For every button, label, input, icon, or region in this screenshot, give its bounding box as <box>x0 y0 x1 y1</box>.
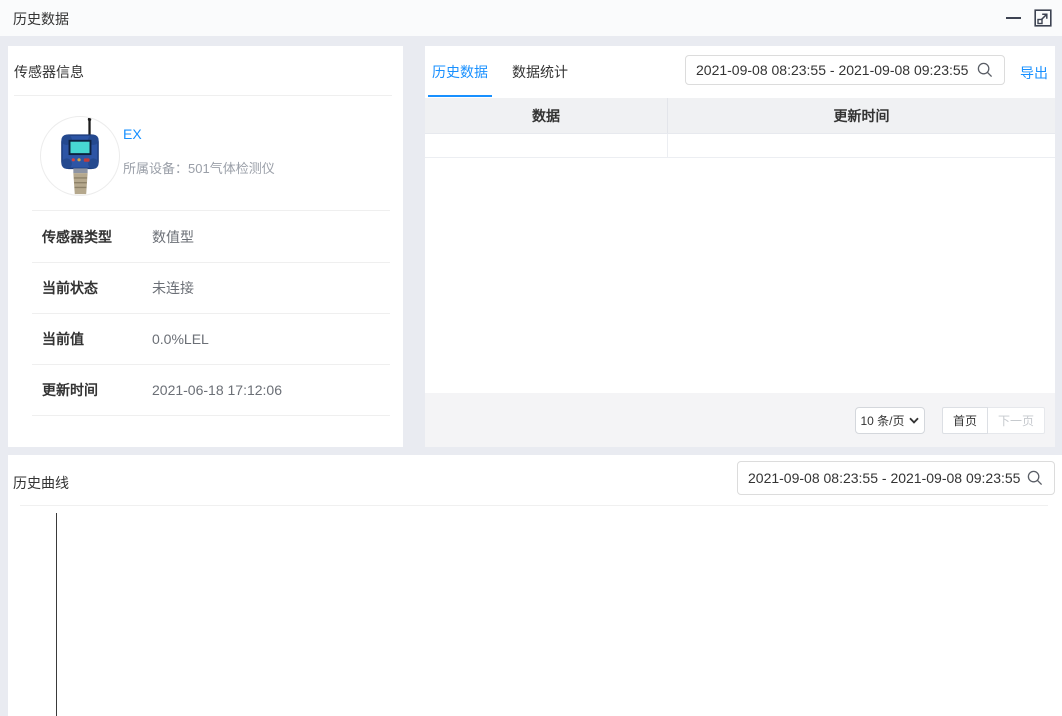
current-value-value: 0.0%LEL <box>152 331 209 347</box>
chart-y-axis <box>56 513 57 716</box>
cell-data <box>425 134 668 157</box>
history-date-range-picker[interactable]: 2021-09-08 08:23:55 - 2021-09-08 09:23:5… <box>685 55 1005 85</box>
sensor-attributes-list: 传感器类型 数值型 当前状态 未连接 当前值 0.0%LEL 更新时间 2021… <box>32 212 390 416</box>
minimize-button[interactable] <box>1006 10 1022 26</box>
history-data-panel: 历史数据 数据统计 2021-09-08 08:23:55 - 2021-09-… <box>425 46 1055 447</box>
window-title: 历史数据 <box>13 9 69 29</box>
history-data-table: 数据 更新时间 <box>425 98 1055 158</box>
table-row <box>425 134 1055 158</box>
current-status-value: 未连接 <box>152 278 194 298</box>
history-curve-title: 历史曲线 <box>13 473 69 493</box>
sensor-summary: EX 所属设备：501气体检测仪 <box>32 108 390 211</box>
update-time-label: 更新时间 <box>42 380 152 400</box>
page-size-select[interactable]: 10 条/页 <box>855 407 925 434</box>
history-tabs: 历史数据 数据统计 <box>428 46 588 97</box>
gas-detector-image <box>49 116 111 196</box>
next-page-button[interactable]: 下一页 <box>988 407 1045 434</box>
chevron-down-icon <box>909 417 919 424</box>
window-controls <box>1006 0 1052 36</box>
pagination-bar: 10 条/页 首页 下一页 <box>425 393 1055 447</box>
sensor-type-label: 传感器类型 <box>42 227 152 247</box>
history-curve-chart <box>8 506 1062 716</box>
sensor-avatar <box>40 116 120 196</box>
sensor-name-link[interactable]: EX <box>123 126 142 142</box>
sensor-type-row: 传感器类型 数值型 <box>32 212 390 263</box>
history-curve-panel: 历史曲线 2021-09-08 08:23:55 - 2021-09-08 09… <box>8 455 1062 716</box>
page-size-value: 10 条/页 <box>860 412 904 429</box>
sensor-type-value: 数值型 <box>152 227 194 247</box>
column-header-data: 数据 <box>425 98 668 133</box>
update-time-row: 更新时间 2021-06-18 17:12:06 <box>32 365 390 416</box>
table-header-row: 数据 更新时间 <box>425 98 1055 134</box>
current-value-row: 当前值 0.0%LEL <box>32 314 390 365</box>
curve-date-range-value: 2021-09-08 08:23:55 - 2021-09-08 09:23:5… <box>748 470 1020 486</box>
sensor-info-panel: 传感器信息 <box>8 46 403 447</box>
sensor-info-title: 传感器信息 <box>14 62 84 82</box>
window-titlebar: 历史数据 <box>0 0 1062 36</box>
column-header-update-time: 更新时间 <box>668 98 1055 133</box>
cell-update-time <box>668 134 1055 157</box>
current-status-row: 当前状态 未连接 <box>32 263 390 314</box>
curve-date-range-picker[interactable]: 2021-09-08 08:23:55 - 2021-09-08 09:23:5… <box>737 461 1055 495</box>
history-data-window: 历史数据 传感器信息 <box>0 0 1062 716</box>
tab-data-statistics[interactable]: 数据统计 <box>508 46 572 97</box>
minimize-icon <box>1006 17 1021 19</box>
update-time-value: 2021-06-18 17:12:06 <box>152 382 282 398</box>
current-value-label: 当前值 <box>42 329 152 349</box>
sensor-device-label: 所属设备：501气体检测仪 <box>123 158 275 177</box>
first-page-button[interactable]: 首页 <box>942 407 988 434</box>
history-date-range-value: 2021-09-08 08:23:55 - 2021-09-08 09:23:5… <box>696 62 968 78</box>
expand-button[interactable] <box>1034 9 1052 27</box>
export-button[interactable]: 导出 <box>1020 63 1048 83</box>
tab-history-data[interactable]: 历史数据 <box>428 46 492 97</box>
search-icon[interactable] <box>1026 469 1044 487</box>
search-icon[interactable] <box>976 61 994 79</box>
divider <box>14 95 392 96</box>
current-status-label: 当前状态 <box>42 278 152 298</box>
expand-icon <box>1034 9 1052 27</box>
